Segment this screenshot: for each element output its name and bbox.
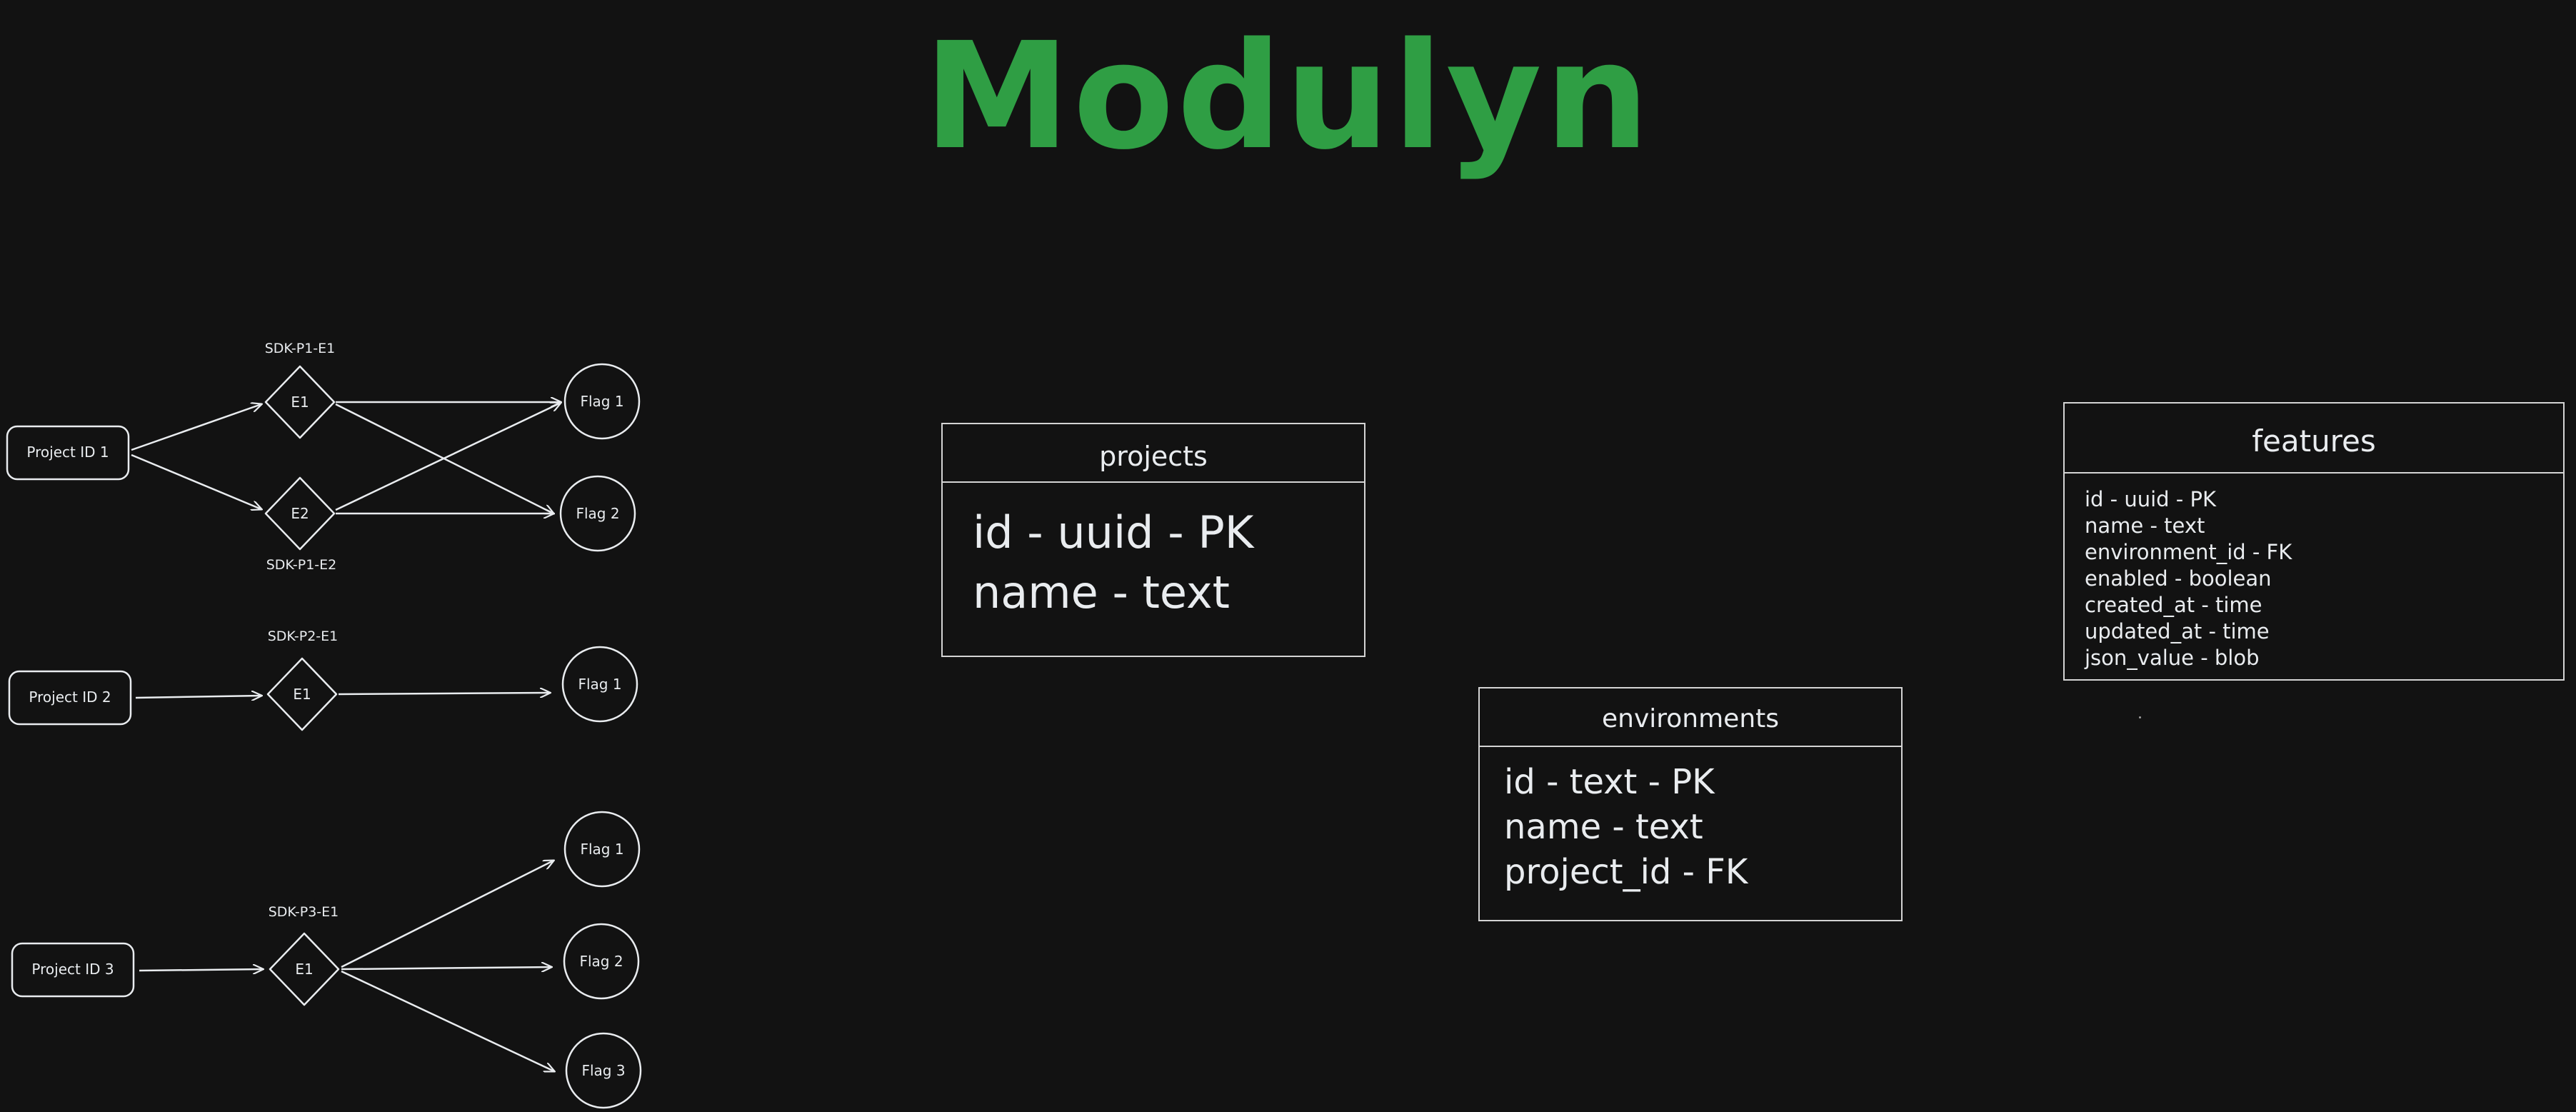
arrow-e2-to-flag1 [335, 403, 561, 511]
flag-node: Flag 2 [563, 923, 640, 1000]
arrow-p3-to-e1 [139, 969, 263, 971]
arrow-e1-to-flag3 [341, 970, 554, 1071]
table-field: name - text [973, 566, 1230, 618]
environment-label: E1 [293, 686, 311, 703]
flag-node: Flag 2 [559, 475, 636, 552]
project-node: Project ID 1 [6, 425, 130, 481]
sdk-key-label: SDK-P2-E1 [268, 628, 339, 644]
arrow-e1-to-flag1 [338, 693, 550, 694]
table-field: enabled - boolean [2085, 566, 2272, 591]
sdk-key-label: SDK-P1-E1 [265, 341, 336, 356]
flag-node: Flag 1 [563, 363, 641, 440]
environment-node: E1 [266, 657, 338, 731]
table-field: environment_id - FK [2085, 540, 2292, 564]
environment-label: E2 [291, 505, 309, 522]
table-title: projects [943, 424, 1364, 483]
arrow-e1-to-flag1 [341, 861, 553, 968]
table-field: created_at - time [2085, 593, 2262, 617]
sdk-key-label: SDK-P1-E2 [266, 557, 337, 573]
project-node: Project ID 3 [11, 942, 135, 998]
flag-label: Flag 2 [579, 953, 623, 970]
flag-label: Flag 1 [580, 393, 623, 410]
field-list: id - uuid - PK name - text [943, 483, 1364, 623]
features-table: features id - uuid - PK name - text envi… [2063, 402, 2565, 681]
table-field: id - uuid - PK [2085, 487, 2216, 511]
arrow-p1-to-e1 [131, 404, 261, 451]
field-list: id - text - PK name - text project_id - … [1480, 747, 1901, 895]
projects-table: projects id - uuid - PK name - text [941, 423, 1365, 657]
flag-label: Flag 2 [576, 505, 619, 522]
project-node: Project ID 2 [8, 670, 132, 726]
flag-label: Flag 1 [580, 841, 623, 858]
canvas: Modulyn Project ID 1 E1 SDK-P1-E1 E2 SDK… [0, 0, 2576, 1112]
table-field: name - text [1504, 807, 1703, 847]
stray-dot [2139, 716, 2141, 718]
project-label: Project ID 3 [31, 961, 114, 978]
table-field: project_id - FK [1504, 852, 1748, 892]
environments-table: environments id - text - PK name - text … [1478, 687, 1903, 921]
table-field: id - text - PK [1504, 762, 1715, 802]
project-label: Project ID 1 [26, 444, 109, 461]
flag-label: Flag 3 [581, 1062, 625, 1079]
arrow-p1-to-e2 [131, 454, 261, 509]
arrow-p2-to-e1 [135, 696, 261, 698]
environment-node: E1 [264, 365, 336, 439]
field-list: id - uuid - PK name - text environment_i… [2065, 474, 2563, 671]
flow-group-project-2: Project ID 2 E1 SDK-P2-E1 Flag 1 [8, 628, 638, 731]
flag-node: Flag 3 [565, 1032, 642, 1109]
table-field: json_value - blob [2085, 646, 2260, 670]
table-field: id - uuid - PK [973, 506, 1254, 558]
table-field: name - text [2085, 514, 2205, 538]
sdk-key-label: SDK-P3-E1 [269, 904, 339, 920]
table-title: environments [1480, 688, 1901, 747]
flag-node: Flag 1 [561, 646, 638, 723]
environment-label: E1 [295, 961, 313, 978]
flow-group-project-1: Project ID 1 E1 SDK-P1-E1 E2 SDK-P1-E2 F… [6, 341, 641, 573]
arrow-e1-to-flag2 [341, 967, 551, 969]
table-field: updated_at - time [2085, 619, 2270, 643]
environment-node: E1 [269, 932, 340, 1006]
flag-node: Flag 1 [563, 811, 641, 888]
environment-node: E2 [264, 476, 336, 551]
flow-group-project-3: Project ID 3 E1 SDK-P3-E1 Flag 1 Flag 2 … [11, 811, 642, 1109]
environment-label: E1 [291, 394, 309, 411]
flag-label: Flag 1 [578, 676, 621, 693]
project-label: Project ID 2 [29, 688, 111, 706]
table-title: features [2065, 404, 2563, 474]
